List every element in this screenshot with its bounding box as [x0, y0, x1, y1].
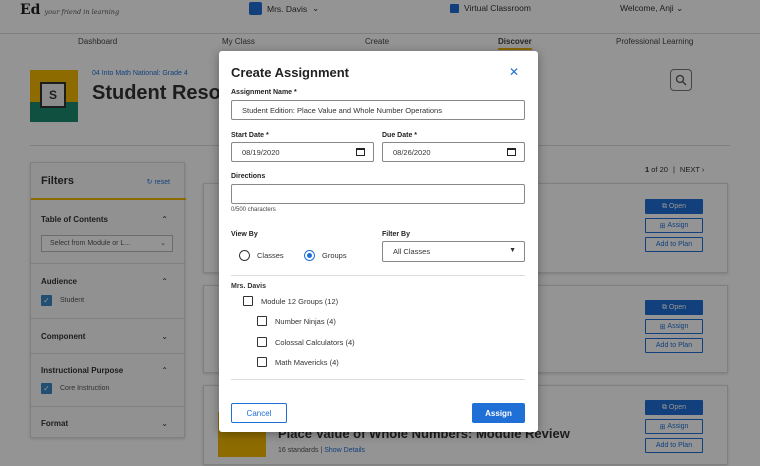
view-by-classes-radio[interactable]: Classes [239, 250, 284, 261]
dialog-divider [231, 275, 525, 276]
radio-unchecked-icon [239, 250, 250, 261]
caret-down-icon: ▼ [509, 247, 516, 254]
start-date-value: 08/19/2020 [242, 148, 280, 157]
assign-submit-button[interactable]: Assign [472, 403, 525, 423]
group-checkbox-number-ninjas[interactable]: Number Ninjas (4) [257, 316, 336, 326]
checkbox-icon [243, 296, 253, 306]
due-date-label: Due Date * [382, 132, 418, 139]
start-date-label: Start Date * [231, 132, 269, 139]
character-count: 0/500 characters [231, 207, 276, 213]
view-by-label: View By [231, 231, 258, 238]
view-by-groups-label: Groups [322, 251, 347, 260]
calendar-icon[interactable] [356, 148, 365, 156]
due-date-value: 08/26/2020 [393, 148, 431, 157]
directions-input[interactable] [231, 184, 525, 204]
assignment-name-input[interactable]: Student Edition: Place Value and Whole N… [231, 100, 525, 120]
create-assignment-dialog: Create Assignment ✕ Assignment Name * St… [219, 51, 538, 432]
filter-by-label: Filter By [382, 231, 411, 238]
start-date-input[interactable]: 08/19/2020 [231, 142, 374, 162]
group-label: Number Ninjas (4) [275, 316, 336, 326]
view-by-groups-radio[interactable]: Groups [304, 250, 347, 261]
group-checkbox-colossal-calculators[interactable]: Colossal Calculators (4) [257, 337, 355, 347]
group-label: Colossal Calculators (4) [275, 337, 355, 347]
filter-by-select[interactable]: All Classes ▼ [382, 241, 525, 262]
group-checkbox-module-12[interactable]: Module 12 Groups (12) [243, 296, 338, 306]
assignment-name-label: Assignment Name * [231, 89, 297, 96]
checkbox-icon [257, 357, 267, 367]
due-date-input[interactable]: 08/26/2020 [382, 142, 525, 162]
group-label: Module 12 Groups (12) [261, 296, 339, 306]
dialog-title: Create Assignment [231, 65, 349, 80]
teacher-name: Mrs. Davis [231, 283, 267, 290]
calendar-icon[interactable] [507, 148, 516, 156]
filter-by-value: All Classes [393, 247, 431, 256]
group-label: Math Mavericks (4) [275, 357, 339, 367]
checkbox-icon [257, 337, 267, 347]
checkbox-icon [257, 316, 267, 326]
directions-label: Directions [231, 173, 266, 180]
close-icon[interactable]: ✕ [509, 65, 519, 79]
cancel-button[interactable]: Cancel [231, 403, 287, 423]
view-by-classes-label: Classes [257, 251, 284, 260]
dialog-divider [231, 379, 525, 380]
group-checkbox-math-mavericks[interactable]: Math Mavericks (4) [257, 357, 339, 367]
radio-checked-icon [304, 250, 315, 261]
